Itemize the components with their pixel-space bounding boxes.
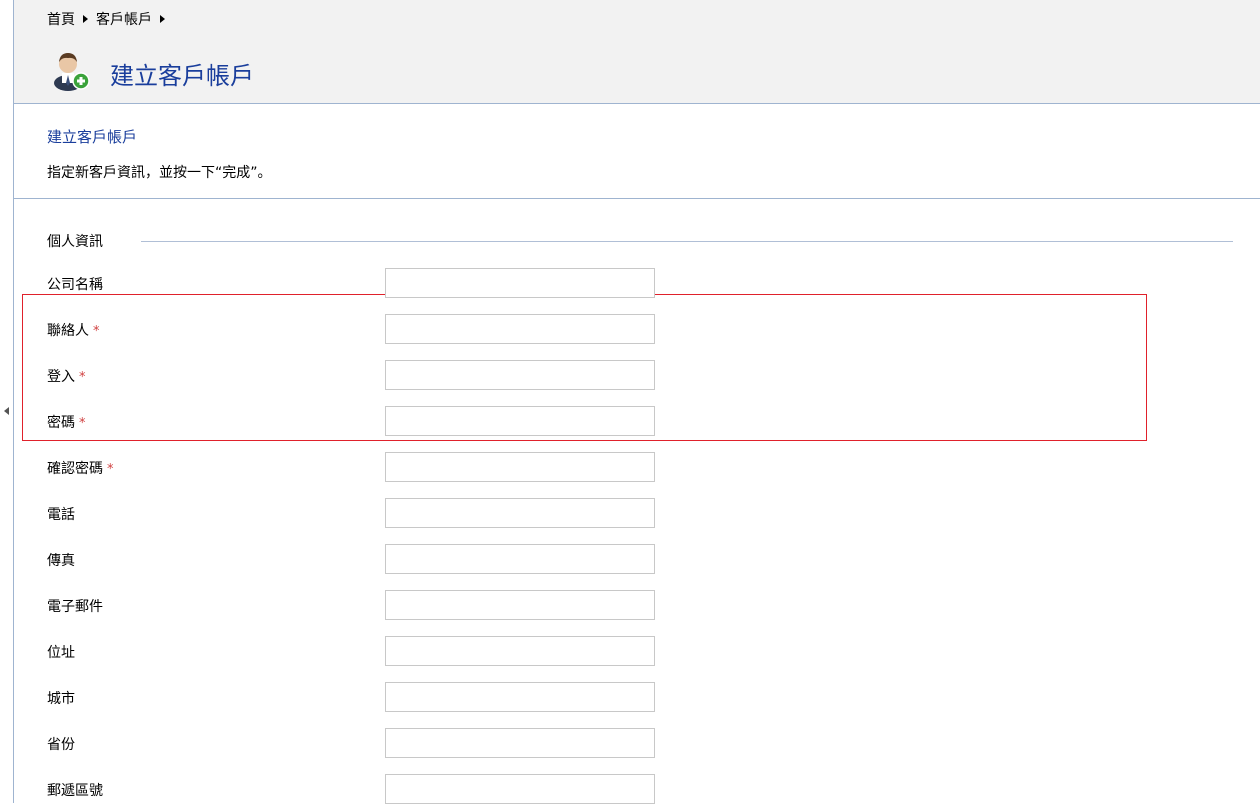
description-text: 指定新客戶資訊，並按一下“完成”。 [47, 165, 272, 181]
section-title-personal-info: 個人資訊 [47, 234, 103, 250]
phone-label: 電話 [47, 504, 75, 524]
breadcrumb-home[interactable]: 首頁 [47, 9, 75, 29]
field-label-text: 省份 [47, 737, 75, 753]
description-title: 建立客戶帳戶 [47, 128, 138, 146]
postal-code-label: 郵遞區號 [47, 780, 103, 800]
password-label: 密碼 * [47, 412, 86, 432]
field-label-text: 聯絡人 [47, 323, 89, 339]
field-label-text: 位址 [47, 645, 75, 661]
confirm-password-input[interactable] [385, 452, 655, 482]
add-user-icon [54, 53, 90, 91]
address-input[interactable] [385, 636, 655, 666]
company-name-label: 公司名稱 [47, 274, 103, 294]
email-input[interactable] [385, 590, 655, 620]
required-marker: * [93, 324, 100, 339]
postal-code-input[interactable] [385, 774, 655, 804]
section-divider [141, 241, 1233, 242]
company-name-input[interactable] [385, 268, 655, 298]
required-marker: * [79, 370, 86, 385]
breadcrumb-arrow-icon [83, 15, 88, 23]
fax-label: 傳真 [47, 550, 75, 570]
city-input[interactable] [385, 682, 655, 712]
field-label-text: 城市 [47, 691, 75, 707]
breadcrumb-arrow-icon [160, 15, 165, 23]
email-label: 電子郵件 [47, 596, 103, 616]
field-label-text: 公司名稱 [47, 277, 103, 293]
page-title: 建立客戶帳戶 [110, 62, 254, 90]
breadcrumb: 首頁 客戶帳戶 [47, 9, 173, 29]
login-label: 登入 * [47, 366, 86, 386]
field-label-text: 確認密碼 [47, 461, 103, 477]
field-label-text: 電子郵件 [47, 599, 103, 615]
required-marker: * [79, 416, 86, 431]
address-label: 位址 [47, 642, 75, 662]
confirm-password-label: 確認密碼 * [47, 458, 114, 478]
province-input[interactable] [385, 728, 655, 758]
field-label-text: 登入 [47, 369, 75, 385]
contact-input[interactable] [385, 314, 655, 344]
field-label-text: 傳真 [47, 553, 75, 569]
contact-label: 聯絡人 * [47, 320, 100, 340]
field-label-text: 密碼 [47, 415, 75, 431]
field-label-text: 郵遞區號 [47, 783, 103, 799]
fax-input[interactable] [385, 544, 655, 574]
password-input[interactable] [385, 406, 655, 436]
province-label: 省份 [47, 734, 75, 754]
collapse-arrow-icon[interactable] [4, 407, 9, 415]
phone-input[interactable] [385, 498, 655, 528]
required-marker: * [107, 462, 114, 477]
city-label: 城市 [47, 688, 75, 708]
field-label-text: 電話 [47, 507, 75, 523]
left-panel-strip [0, 0, 14, 803]
login-input[interactable] [385, 360, 655, 390]
breadcrumb-customer-accounts[interactable]: 客戶帳戶 [96, 9, 152, 29]
description-panel: 建立客戶帳戶 指定新客戶資訊，並按一下“完成”。 [14, 104, 1260, 199]
page-header: 首頁 客戶帳戶 建立客戶帳戶 [14, 0, 1260, 104]
